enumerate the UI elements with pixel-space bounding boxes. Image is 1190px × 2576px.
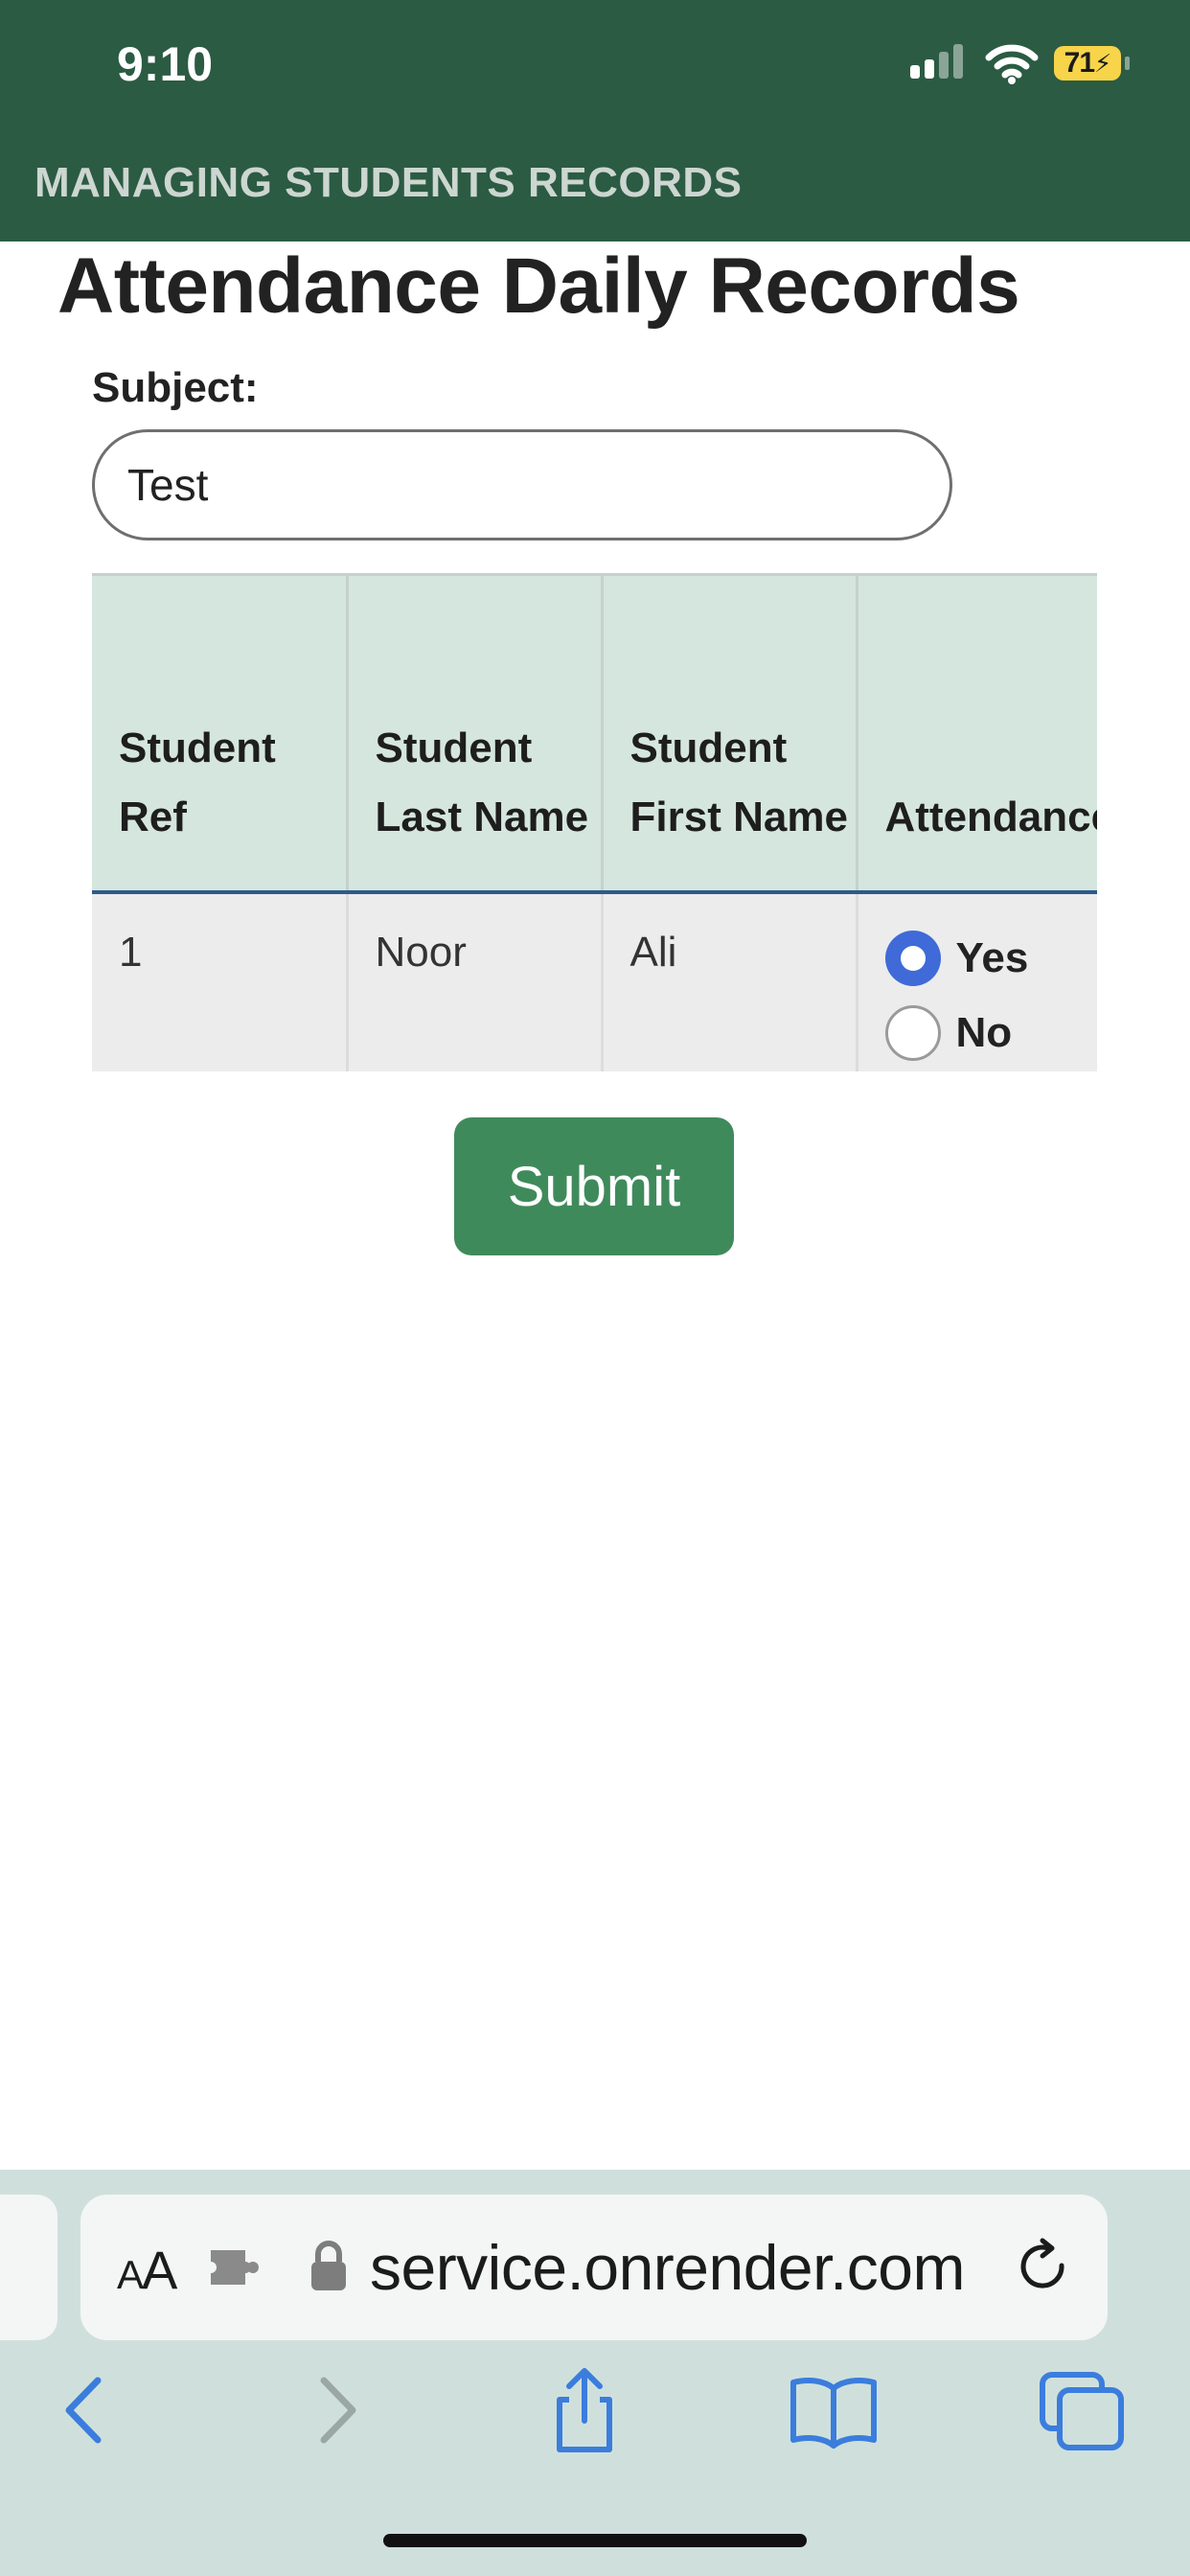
table-row: 1 Noor Ali Yes No — [92, 892, 1097, 1071]
tabs-icon[interactable] — [1035, 2367, 1131, 2453]
attendance-table-wrapper[interactable]: Student Ref Student Last Name Student Fi… — [92, 573, 1097, 1071]
bookmarks-icon[interactable] — [786, 2367, 881, 2453]
radio-no[interactable] — [884, 1005, 941, 1061]
home-indicator — [383, 2534, 807, 2547]
column-header-first-name: Student First Name — [602, 573, 858, 894]
cell-student-ref: 1 — [92, 892, 349, 1071]
attendance-option-yes[interactable]: Yes — [884, 921, 1098, 996]
cellular-signal-icon — [910, 42, 968, 84]
reload-icon[interactable] — [1014, 2237, 1075, 2298]
battery-tip — [1125, 57, 1130, 70]
text-size-small-a: A — [117, 2252, 144, 2297]
column-header-last-name: Student Last Name — [347, 573, 604, 894]
share-icon[interactable] — [537, 2367, 632, 2453]
status-time: 9:10 — [117, 37, 214, 91]
app-header: 9:10 71 ⚡ MANAGING STUDENTS RECORDS — [0, 0, 1190, 242]
cell-last-name: Noor — [347, 892, 604, 1071]
battery-icon: 71 ⚡ — [1054, 46, 1121, 80]
url-text[interactable]: service.onrender.com — [370, 2231, 965, 2304]
page-title: Attendance Daily Records — [57, 242, 1020, 330]
subject-input[interactable] — [92, 429, 952, 540]
battery-level: 71 — [1064, 47, 1095, 79]
submit-button[interactable]: Submit — [454, 1117, 734, 1255]
subject-label: Subject: — [92, 364, 259, 411]
back-icon[interactable] — [38, 2367, 134, 2453]
lock-icon — [311, 2241, 346, 2290]
forward-icon[interactable] — [287, 2367, 383, 2453]
previous-tab-preview[interactable] — [0, 2195, 57, 2340]
text-size-button[interactable]: AA — [117, 2239, 177, 2301]
radio-no-label: No — [955, 1009, 1013, 1056]
column-header-attendance: Attendance — [857, 573, 1097, 894]
cell-first-name: Ali — [602, 892, 858, 1071]
wifi-icon — [985, 44, 1039, 84]
radio-yes[interactable] — [884, 931, 941, 986]
cell-attendance: Yes No — [857, 892, 1097, 1071]
column-header-student-ref: Student Ref — [92, 573, 349, 894]
attendance-table: Student Ref Student Last Name Student Fi… — [92, 573, 1097, 1071]
extension-puzzle-icon[interactable] — [207, 2246, 261, 2288]
status-icons: 71 ⚡ — [910, 42, 1131, 84]
attendance-option-no[interactable]: No — [884, 996, 1098, 1070]
table-header-row: Student Ref Student Last Name Student Fi… — [92, 573, 1097, 894]
app-title: MANAGING STUDENTS RECORDS — [34, 159, 743, 206]
radio-yes-label: Yes — [955, 934, 1029, 981]
text-size-large-a: A — [142, 2240, 177, 2300]
